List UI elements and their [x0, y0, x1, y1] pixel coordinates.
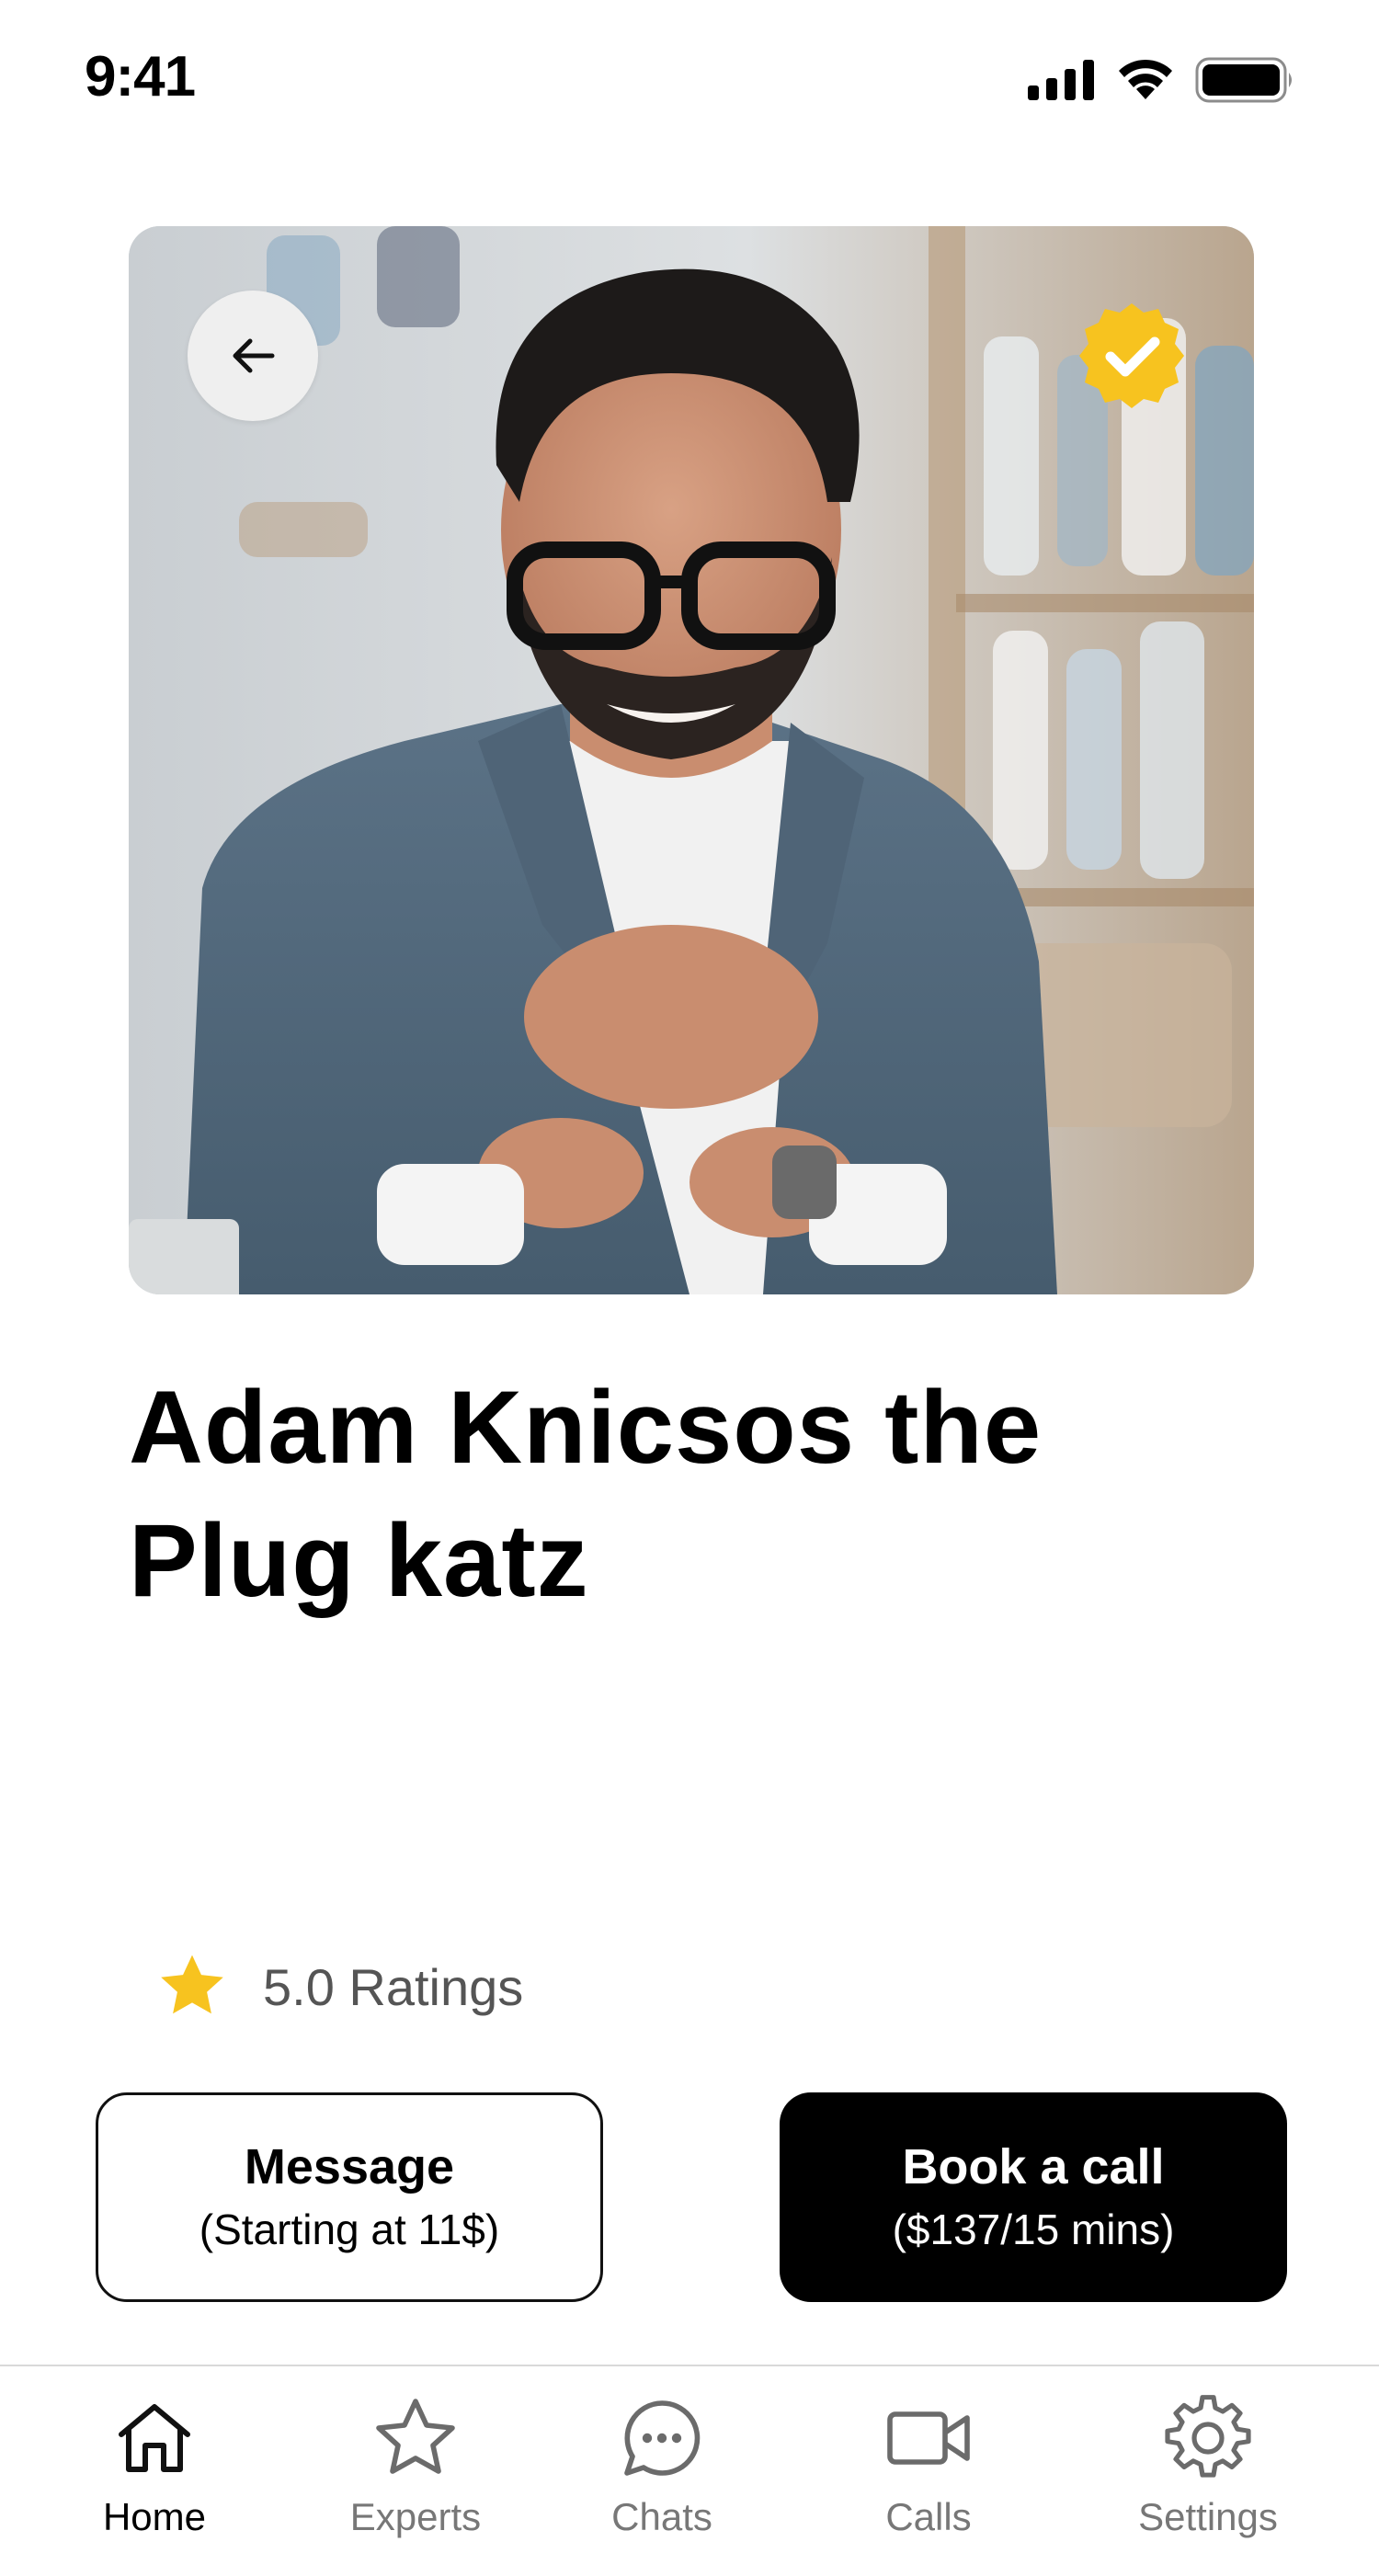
expert-photo-card	[129, 226, 1254, 1294]
status-bar: 9:41	[0, 0, 1379, 165]
tab-experts[interactable]: Experts	[314, 2394, 517, 2539]
wifi-icon	[1119, 59, 1172, 99]
star-icon	[161, 1955, 223, 2014]
home-icon	[119, 2404, 190, 2472]
status-time: 9:41	[85, 45, 196, 108]
message-button[interactable]: Message (Starting at 11$)	[96, 2092, 603, 2302]
gear-icon	[1165, 2395, 1251, 2478]
message-button-subtitle: (Starting at 11$)	[199, 2206, 500, 2253]
expert-name: Adam Knicsos the Plug katz	[129, 1370, 1043, 1618]
tab-chats-label: Chats	[611, 2495, 712, 2538]
book-call-button-title: Book a call	[902, 2139, 1165, 2194]
ratings-text: 5.0 Ratings	[263, 1957, 524, 2016]
tab-home-label: Home	[102, 2495, 207, 2538]
battery-icon	[1195, 57, 1292, 103]
tab-settings[interactable]: Settings	[1107, 2394, 1309, 2539]
tab-experts-label: Experts	[349, 2495, 482, 2538]
star-outline-icon	[376, 2399, 455, 2474]
tab-home[interactable]: Home	[53, 2394, 256, 2539]
signal-icon	[1028, 60, 1094, 100]
message-button-title: Message	[244, 2139, 455, 2194]
tab-settings-label: Settings	[1138, 2495, 1278, 2538]
book-call-button[interactable]: Book a call ($137/15 mins)	[780, 2092, 1287, 2302]
chat-bubble-icon	[624, 2400, 701, 2476]
book-call-button-subtitle: ($137/15 mins)	[892, 2206, 1175, 2253]
tab-calls[interactable]: Calls	[827, 2394, 1030, 2539]
back-button[interactable]	[188, 291, 318, 421]
verified-badge-icon	[1079, 303, 1184, 408]
status-icons	[1028, 57, 1294, 103]
arrow-left-icon	[233, 338, 275, 373]
bottom-tab-bar: Home Experts Chats Calls Settings	[0, 2365, 1379, 2576]
tab-chats[interactable]: Chats	[561, 2394, 763, 2539]
tab-calls-label: Calls	[885, 2495, 972, 2538]
video-camera-icon	[887, 2411, 970, 2465]
ratings: 5.0 Ratings	[156, 1953, 523, 2021]
